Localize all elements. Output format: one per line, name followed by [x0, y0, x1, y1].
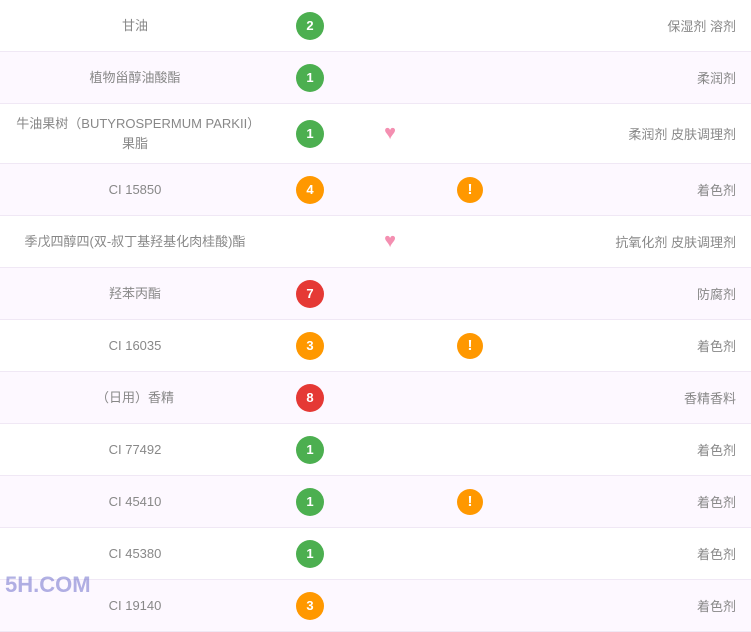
heart-icon: ♥ [384, 230, 396, 253]
score-badge: 8 [270, 384, 350, 412]
warning-icon: ! [457, 333, 483, 359]
ingredient-name: 植物甾醇油酸酯 [0, 58, 270, 98]
ingredient-function: 着色剂 [510, 170, 751, 209]
score-badge: 3 [270, 592, 350, 620]
ingredient-name: 甘油 [0, 6, 270, 46]
ingredient-name: CI 15850 [0, 170, 270, 210]
warning-icon: ! [457, 177, 483, 203]
ingredient-function: 着色剂 [510, 326, 751, 365]
ingredient-name: CI 45410 [0, 482, 270, 522]
heart-icon-col: ♥ [350, 122, 430, 145]
ingredient-function: 柔润剂 [510, 58, 751, 97]
ingredient-function: 着色剂 [510, 534, 751, 573]
table-row[interactable]: 植物甾醇油酸酯1 柔润剂 [0, 52, 751, 104]
warning-icon-col: ! [430, 177, 510, 203]
ingredient-name: CI 16035 [0, 326, 270, 366]
ingredient-function: 着色剂 [510, 586, 751, 625]
table-row[interactable]: （日用）香精8 香精香料 [0, 372, 751, 424]
warning-icon-col: ! [430, 333, 510, 359]
heart-icon: ♥ [384, 122, 396, 145]
ingredient-name: 季戊四醇四(双-叔丁基羟基化肉桂酸)酯 [0, 222, 270, 262]
score-badge: 4 [270, 176, 350, 204]
table-row[interactable]: CI 774921 着色剂 [0, 424, 751, 476]
score-badge: 1 [270, 488, 350, 516]
ingredient-name: 羟苯丙酯 [0, 274, 270, 314]
ingredients-table: 甘油2保湿剂 溶剂植物甾醇油酸酯1柔润剂牛油果树（BUTYROSPERMUM P… [0, 0, 751, 632]
ingredient-function: 香精香料 [510, 378, 751, 417]
ingredient-function: 保湿剂 溶剂 [510, 6, 751, 45]
warning-icon-col: ! [430, 489, 510, 515]
ingredient-function: 柔润剂 皮肤调理剂 [510, 114, 751, 153]
table-row[interactable]: 季戊四醇四(双-叔丁基羟基化肉桂酸)酯 ♥ 抗氧化剂 皮肤调理剂 [0, 216, 751, 268]
table-row[interactable]: 甘油2 保湿剂 溶剂 [0, 0, 751, 52]
score-badge: 1 [270, 120, 350, 148]
table-row[interactable]: CI 454101! 着色剂 [0, 476, 751, 528]
score-badge: 1 [270, 64, 350, 92]
score-badge: 1 [270, 436, 350, 464]
ingredient-function: 着色剂 [510, 430, 751, 469]
table-row[interactable]: CI 191403着色剂 [0, 580, 751, 632]
table-row[interactable]: CI 160353! 着色剂 [0, 320, 751, 372]
heart-icon-col: ♥ [350, 230, 430, 253]
score-badge: 1 [270, 540, 350, 568]
score-badge: 7 [270, 280, 350, 308]
warning-icon: ! [457, 489, 483, 515]
ingredient-name: CI 45380 [0, 534, 270, 574]
ingredient-name: CI 77492 [0, 430, 270, 470]
score-badge: 3 [270, 332, 350, 360]
table-row[interactable]: CI 158504! 着色剂 [0, 164, 751, 216]
ingredient-function: 抗氧化剂 皮肤调理剂 [510, 222, 751, 261]
ingredient-function: 防腐剂 [510, 274, 751, 313]
table-row[interactable]: CI 453801 着色剂 [0, 528, 751, 580]
ingredient-function: 着色剂 [510, 482, 751, 521]
ingredient-name: （日用）香精 [0, 378, 270, 418]
watermark: 5H.COM [5, 572, 91, 598]
table-row[interactable]: 牛油果树（BUTYROSPERMUM PARKII）果脂1 ♥ 柔润剂 皮肤调理剂 [0, 104, 751, 164]
ingredient-name: 牛油果树（BUTYROSPERMUM PARKII）果脂 [0, 104, 270, 163]
score-badge: 2 [270, 12, 350, 40]
table-row[interactable]: 羟苯丙酯7 防腐剂 [0, 268, 751, 320]
